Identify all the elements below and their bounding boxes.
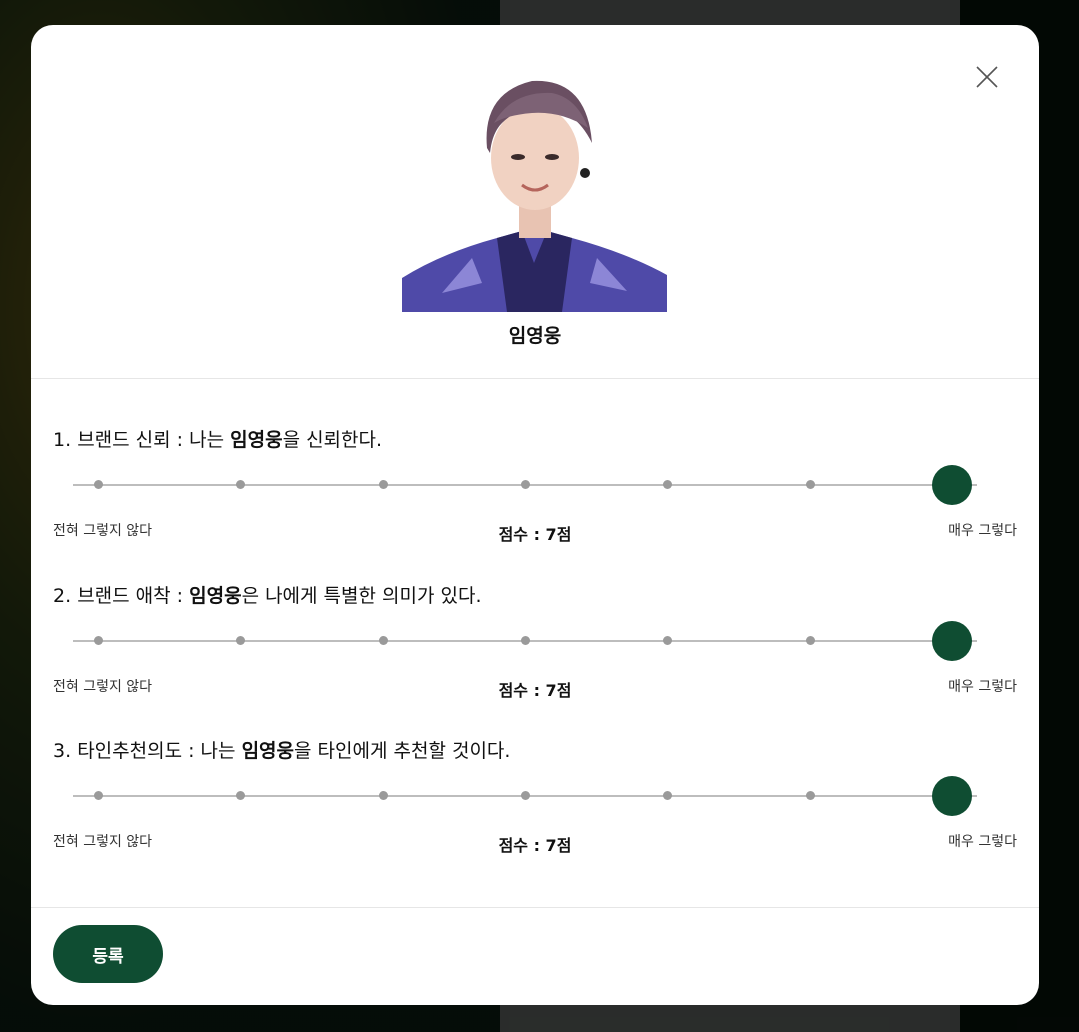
question-number: 3. <box>53 740 72 762</box>
artist-name: 임영웅 <box>508 325 562 347</box>
slider-tick-4[interactable] <box>521 480 530 489</box>
question-2: 2. 브랜드 애착 : 임영웅은 나에게 특별한 의미가 있다. 전혀 그렇지 … <box>31 581 1039 721</box>
scale-max-label: 매우 그렇다 <box>948 834 1017 850</box>
modal-footer: 등록 <box>31 907 1039 1005</box>
slider-tick-3[interactable] <box>378 636 388 645</box>
question-prefix: 브랜드 신뢰 : 나는 <box>77 429 231 451</box>
question-title: 2. 브랜드 애착 : 임영웅은 나에게 특별한 의미가 있다. <box>53 581 482 608</box>
question-suffix: 을 타인에게 추천할 것이다. <box>294 740 511 762</box>
question-subject: 임영웅 <box>230 429 283 451</box>
survey-modal: 임영웅 1. 브랜드 신뢰 : 나는 임영웅을 신뢰한다. 전혀 그렇지 않다 … <box>31 25 1039 1005</box>
scale-max-label: 매우 그렇다 <box>948 523 1017 539</box>
score-label: 점수 : 7점 <box>498 836 572 855</box>
question-title: 3. 타인추천의도 : 나는 임영웅을 타인에게 추천할 것이다. <box>53 736 510 763</box>
question-prefix: 브랜드 애착 : <box>77 585 190 607</box>
slider-tick-5[interactable] <box>663 636 673 645</box>
scale-max-label: 매우 그렇다 <box>948 679 1017 695</box>
question-3: 3. 타인추천의도 : 나는 임영웅을 타인에게 추천할 것이다. 전혀 그렇지… <box>31 736 1039 876</box>
question-prefix: 타인추천의도 : 나는 <box>77 740 242 762</box>
slider-tick-6[interactable] <box>805 791 815 800</box>
slider-tick-2[interactable] <box>236 636 246 645</box>
question-subject: 임영웅 <box>189 585 242 607</box>
slider-tick-3[interactable] <box>378 480 388 489</box>
question-title: 1. 브랜드 신뢰 : 나는 임영웅을 신뢰한다. <box>53 425 382 452</box>
slider-tick-5[interactable] <box>663 480 673 489</box>
slider-tick-5[interactable] <box>663 791 673 800</box>
score-label: 점수 : 7점 <box>498 525 572 544</box>
question-suffix: 은 나에게 특별한 의미가 있다. <box>241 585 482 607</box>
slider-tick-2[interactable] <box>236 791 246 800</box>
slider-tick-4[interactable] <box>521 791 530 800</box>
slider-tick-1[interactable] <box>94 791 103 800</box>
question-suffix: 을 신뢰한다. <box>282 429 383 451</box>
close-icon[interactable] <box>973 63 1001 91</box>
slider-tick-2[interactable] <box>236 480 246 489</box>
slider-tick-1[interactable] <box>94 480 103 489</box>
question-subject: 임영웅 <box>241 740 295 762</box>
profile-section: 임영웅 <box>31 25 1039 379</box>
slider-tick-6[interactable] <box>805 636 815 645</box>
slider-tick-4[interactable] <box>521 636 530 645</box>
slider-tick-1[interactable] <box>94 636 103 645</box>
submit-button[interactable]: 등록 <box>53 925 163 983</box>
slider-knob[interactable] <box>932 465 972 505</box>
slider-knob[interactable] <box>932 776 972 816</box>
slider-tick-3[interactable] <box>378 791 388 800</box>
question-number: 2. <box>53 585 72 607</box>
slider-tick-6[interactable] <box>805 480 815 489</box>
slider-knob[interactable] <box>932 621 972 661</box>
score-label: 점수 : 7점 <box>498 681 572 700</box>
question-1: 1. 브랜드 신뢰 : 나는 임영웅을 신뢰한다. 전혀 그렇지 않다 점수 :… <box>31 425 1039 565</box>
question-number: 1. <box>53 429 72 451</box>
artist-photo <box>402 53 667 312</box>
